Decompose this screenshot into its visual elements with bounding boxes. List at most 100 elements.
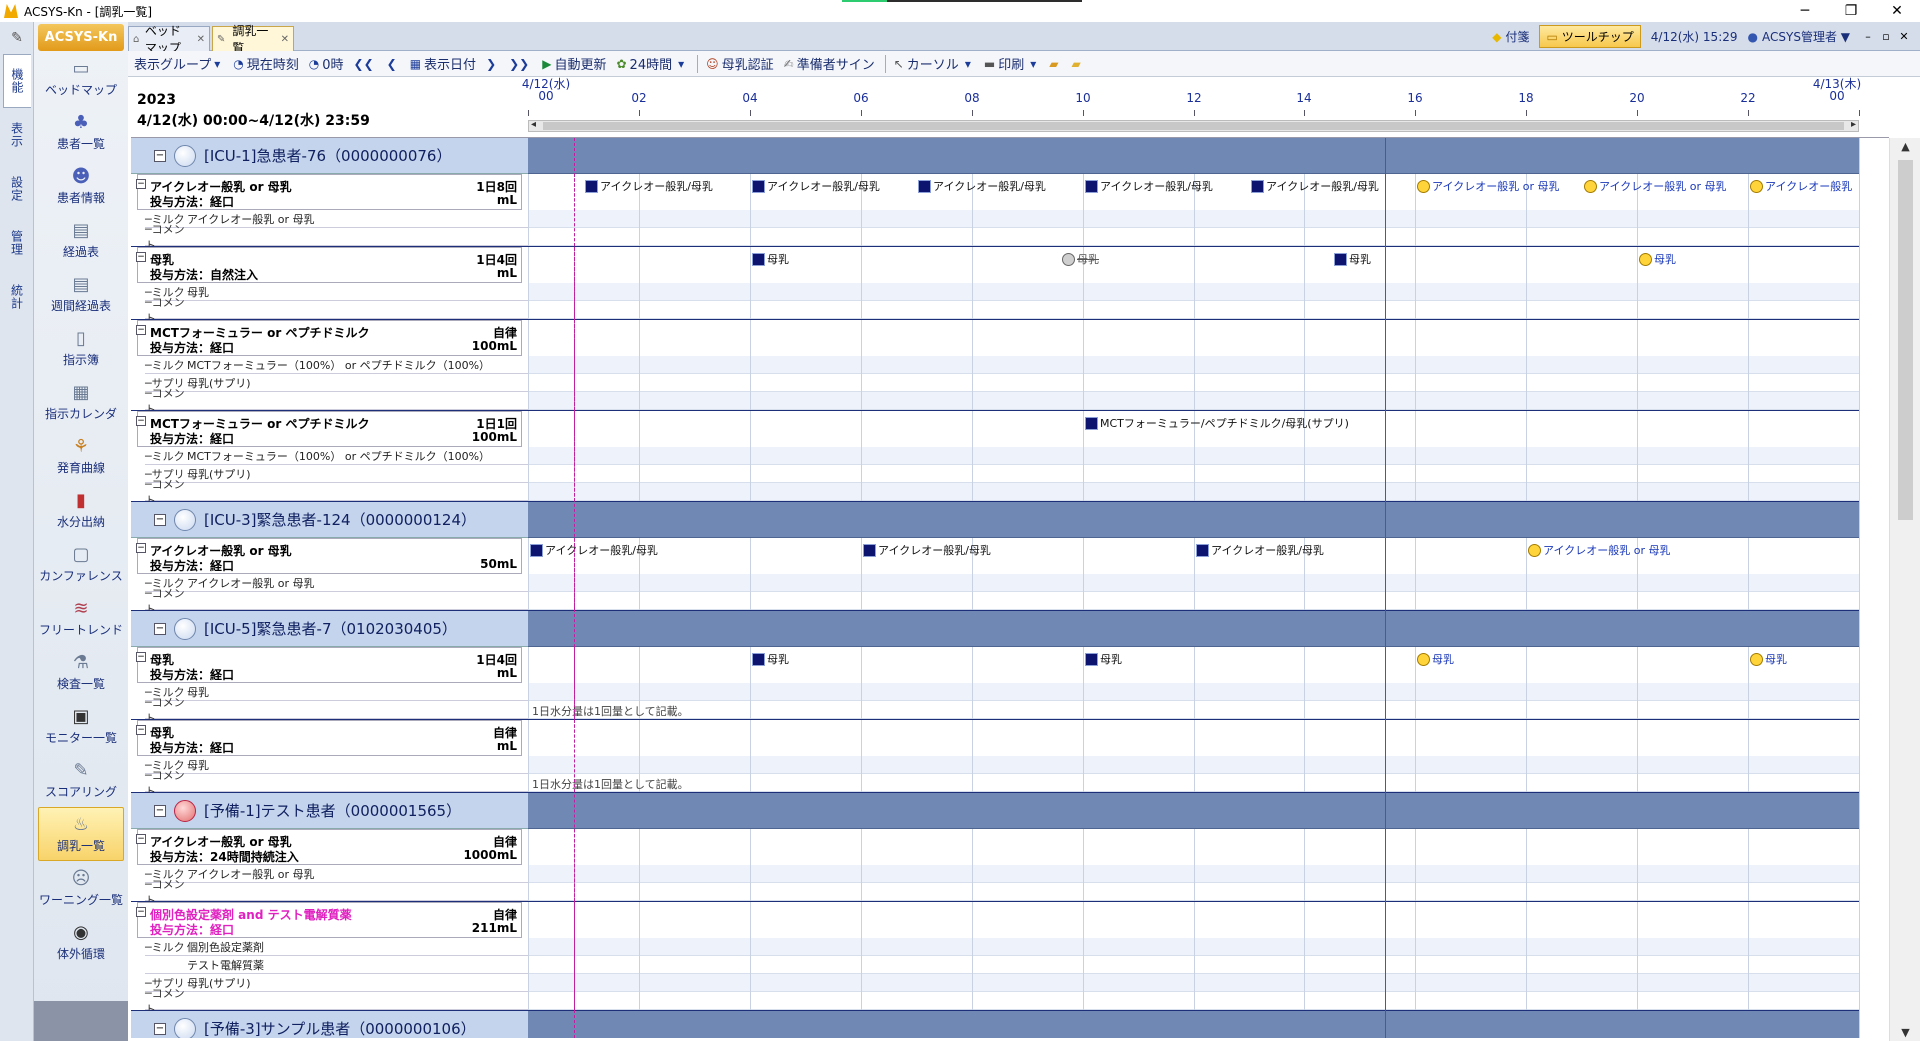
vertical-scroll-thumb[interactable] bbox=[1898, 160, 1913, 520]
collapse-toggle-icon[interactable]: − bbox=[136, 652, 146, 662]
mdi-minimize-button[interactable]: – bbox=[1860, 30, 1876, 43]
milk-event[interactable]: アイクレオー般乳 or 母乳 bbox=[1750, 178, 1856, 194]
milk-event[interactable]: 母乳 bbox=[752, 651, 789, 667]
tab-close-icon[interactable]: ✕ bbox=[197, 34, 205, 45]
tooltip-toggle-button[interactable]: ▭ ツールチップ bbox=[1539, 25, 1641, 48]
collapse-toggle-icon[interactable]: − bbox=[154, 149, 166, 162]
sidebar-item-16[interactable]: ◉ 体外循環 bbox=[38, 915, 124, 969]
restore-button[interactable]: ❐ bbox=[1828, 0, 1874, 22]
mdi-close-button[interactable]: ✕ bbox=[1896, 30, 1912, 43]
hours-dropdown[interactable]: ✿ 24時間 ▾ bbox=[616, 54, 687, 74]
sidebar-item-0[interactable]: ▭ ベッドマップ bbox=[38, 51, 124, 105]
sidebar-item-7[interactable]: ⚘ 発育曲線 bbox=[38, 429, 124, 483]
open-folder-button[interactable]: ▰ bbox=[1049, 57, 1061, 71]
collapse-toggle-icon[interactable]: − bbox=[154, 622, 166, 635]
milk-order[interactable]: − アイクレオー般乳 or 母乳 投与方法：経口 50mL ─ミルク アイクレオー般乳 o… bbox=[131, 538, 528, 616]
patient-header[interactable]: − [ICU-3]緊急患者-124（0000000124） bbox=[131, 502, 528, 538]
milk-event[interactable]: アイクレオー般乳/母乳 bbox=[530, 542, 658, 558]
milk-event[interactable]: アイクレオー般乳 or 母乳 bbox=[1528, 542, 1670, 558]
sidebar-item-11[interactable]: ⚗ 検査一覧 bbox=[38, 645, 124, 699]
sidebar-item-8[interactable]: ▮ 水分出納 bbox=[38, 483, 124, 537]
patient-header[interactable]: − [ICU-5]緊急患者-7（0102030405） bbox=[131, 611, 528, 647]
collapse-toggle-icon[interactable]: − bbox=[136, 416, 146, 426]
patient-header[interactable]: − [ICU-1]急患者-76（0000000076） bbox=[131, 138, 528, 174]
milk-order[interactable]: − 母乳 投与方法：経口 1日4回 mL ─ミルク 母乳 ─コメント bbox=[131, 647, 528, 725]
milk-order[interactable]: − 母乳 投与方法：自然注入 1日4回 mL ─ミルク 母乳 ─コメント bbox=[131, 247, 528, 325]
milk-event[interactable]: 母乳 bbox=[1639, 251, 1676, 267]
preparer-sign-button[interactable]: ✍ 準備者サイン bbox=[784, 54, 875, 74]
collapse-toggle-icon[interactable]: − bbox=[136, 325, 146, 335]
tab-bedmap[interactable]: ⌂ ベッドマップ ✕ bbox=[128, 24, 210, 55]
print-dropdown[interactable]: ▬ 印刷 ▾ bbox=[984, 54, 1039, 74]
prev-day-button[interactable]: ❮❮ bbox=[354, 57, 377, 71]
milk-event[interactable]: 母乳 bbox=[1062, 251, 1099, 267]
milk-event[interactable]: 母乳 bbox=[1750, 651, 1787, 667]
side-tab-0[interactable]: 機能 bbox=[3, 54, 31, 108]
zero-hour-button[interactable]: ◔ 0時 bbox=[309, 54, 344, 74]
sidebar-item-4[interactable]: ▤ 週間経過表 bbox=[38, 267, 124, 321]
milk-event[interactable]: アイクレオー般乳/母乳 bbox=[585, 178, 713, 194]
milk-order[interactable]: − MCTフォーミュラー or ペプチドミルク 投与方法：経口 自律 100mL ─ミルク… bbox=[131, 320, 528, 416]
horizontal-scrollbar[interactable]: ◂ ▸ bbox=[528, 119, 1859, 132]
pencil-icon[interactable]: ✎ bbox=[0, 22, 34, 54]
milk-event[interactable]: 母乳 bbox=[1417, 651, 1454, 667]
tab-milk-list[interactable]: ✎ 調乳一覧 ✕ bbox=[212, 24, 294, 55]
horizontal-scroll-thumb[interactable] bbox=[543, 122, 1844, 130]
user-menu[interactable]: ● ACSYS管理者 ▼ bbox=[1748, 28, 1850, 45]
close-button[interactable]: ✕ bbox=[1874, 0, 1920, 22]
side-tab-4[interactable]: 統計 bbox=[3, 270, 31, 324]
next-day-button[interactable]: ❯❯ bbox=[509, 57, 532, 71]
collapse-toggle-icon[interactable]: − bbox=[136, 543, 146, 553]
milk-event[interactable]: MCTフォーミュラー/ペプチドミルク/母乳(サプリ) bbox=[1085, 415, 1349, 431]
collapse-toggle-icon[interactable]: − bbox=[154, 804, 166, 817]
collapse-toggle-icon[interactable]: − bbox=[136, 907, 146, 917]
collapse-toggle-icon[interactable]: − bbox=[154, 513, 166, 526]
milk-event[interactable]: アイクレオー般乳/母乳 bbox=[1085, 178, 1213, 194]
milk-event[interactable]: アイクレオー般乳 or 母乳 bbox=[1584, 178, 1726, 194]
sidebar-item-9[interactable]: ▢ カンファレンス bbox=[38, 537, 124, 591]
prev-button[interactable]: ❮ bbox=[387, 57, 400, 71]
milk-event[interactable]: アイクレオー般乳/母乳 bbox=[863, 542, 991, 558]
sidebar-item-12[interactable]: ▣ モニター一覧 bbox=[38, 699, 124, 753]
milk-event[interactable]: アイクレオー般乳/母乳 bbox=[918, 178, 1046, 194]
collapse-toggle-icon[interactable]: − bbox=[154, 1022, 166, 1035]
side-tab-2[interactable]: 設定 bbox=[3, 162, 31, 216]
side-tab-1[interactable]: 表示 bbox=[3, 108, 31, 162]
patient-header[interactable]: − [予備-3]サンプル患者（0000000106） bbox=[131, 1011, 528, 1038]
sidebar-item-14[interactable]: ♨ 調乳一覧 bbox=[38, 807, 124, 861]
now-button[interactable]: ◔ 現在時刻 bbox=[233, 54, 299, 74]
patient-header[interactable]: − [予備-1]テスト患者（0000001565） bbox=[131, 793, 528, 829]
milk-order[interactable]: − 個別色設定薬剤 and テスト電解質薬 投与方法：経口 自律 211mL ─ミルク 個別… bbox=[131, 902, 528, 1016]
sticky-note-button[interactable]: ◆ 付箋 bbox=[1492, 28, 1529, 45]
collapse-toggle-icon[interactable]: − bbox=[136, 834, 146, 844]
collapse-toggle-icon[interactable]: − bbox=[136, 179, 146, 189]
scroll-left-icon[interactable]: ◂ bbox=[531, 119, 536, 130]
sidebar-item-1[interactable]: ♣ 患者一覧 bbox=[38, 105, 124, 159]
milk-auth-button[interactable]: ☺ 母乳認証 bbox=[706, 54, 774, 74]
scroll-up-icon[interactable]: ▲ bbox=[1890, 140, 1920, 153]
milk-event[interactable]: アイクレオー般乳 or 母乳 bbox=[1417, 178, 1559, 194]
display-date-button[interactable]: ▦ 表示日付 bbox=[410, 54, 476, 74]
milk-order[interactable]: − MCTフォーミュラー or ペプチドミルク 投与方法：経口 1日1回 100mL ─ミ… bbox=[131, 411, 528, 507]
cursor-dropdown[interactable]: ↖ カーソル ▾ bbox=[894, 54, 974, 74]
milk-order[interactable]: − アイクレオー般乳 or 母乳 投与方法：経口 1日8回 mL ─ミルク アイクレオー般乳… bbox=[131, 174, 528, 252]
next-button[interactable]: ❯ bbox=[486, 57, 499, 71]
sidebar-item-15[interactable]: ☹ ワーニング一覧 bbox=[38, 861, 124, 915]
milk-event[interactable]: 母乳 bbox=[1085, 651, 1122, 667]
mdi-restore-button[interactable]: ▫ bbox=[1878, 30, 1894, 43]
vertical-scrollbar[interactable]: ▲ ▼ bbox=[1889, 138, 1920, 1041]
scroll-right-icon[interactable]: ▸ bbox=[1851, 119, 1856, 130]
sidebar-item-6[interactable]: ▦ 指示カレンダ bbox=[38, 375, 124, 429]
display-group-dropdown[interactable]: 表示グループ ▾ bbox=[134, 54, 223, 74]
milk-event[interactable]: アイクレオー般乳/母乳 bbox=[752, 178, 880, 194]
sidebar-item-10[interactable]: ≋ フリートレンド bbox=[38, 591, 124, 645]
sidebar-item-13[interactable]: ✎ スコアリング bbox=[38, 753, 124, 807]
milk-event[interactable]: アイクレオー般乳/母乳 bbox=[1196, 542, 1324, 558]
milk-event[interactable]: アイクレオー般乳/母乳 bbox=[1251, 178, 1379, 194]
milk-event[interactable]: 母乳 bbox=[1334, 251, 1371, 267]
milk-order[interactable]: − 母乳 投与方法：経口 自律 mL ─ミルク 母乳 ─コメント bbox=[131, 720, 528, 798]
sidebar-item-2[interactable]: ☻ 患者情報 bbox=[38, 159, 124, 213]
milk-order[interactable]: − アイクレオー般乳 or 母乳 投与方法：24時間持続注入 自律 1000mL ─ミルク… bbox=[131, 829, 528, 907]
sidebar-item-3[interactable]: ▤ 経過表 bbox=[38, 213, 124, 267]
auto-update-button[interactable]: ▶ 自動更新 bbox=[542, 54, 606, 74]
